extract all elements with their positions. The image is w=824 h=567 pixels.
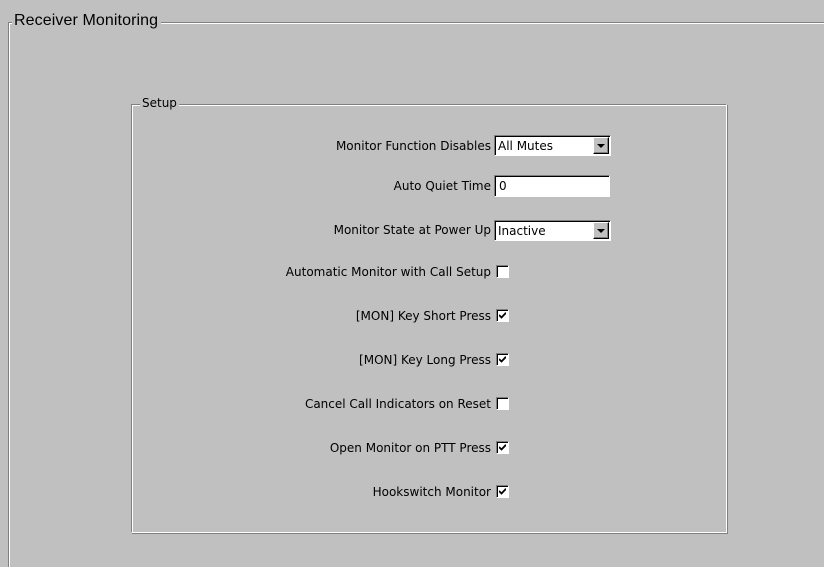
auto-quiet-time-label: Auto Quiet Time	[393, 179, 491, 193]
chevron-down-icon[interactable]	[593, 137, 609, 154]
auto-quiet-time-value: 0	[499, 179, 507, 193]
mon-key-short-press-label: [MON] Key Short Press	[355, 309, 491, 323]
monitor-function-disables-select[interactable]: All Mutes	[494, 135, 611, 156]
checkmark-icon	[499, 444, 506, 451]
mon-key-short-press-checkbox[interactable]	[496, 309, 509, 322]
monitor-state-at-power-up-select[interactable]: Inactive	[494, 220, 611, 241]
cancel-call-indicators-on-reset-label: Cancel Call Indicators on Reset	[304, 397, 491, 411]
monitor-function-disables-value: All Mutes	[498, 139, 553, 153]
setup-group-title: Setup	[140, 96, 179, 110]
chevron-down-icon[interactable]	[593, 222, 609, 239]
receiver-monitoring-title: Receiver Monitoring	[12, 11, 162, 31]
checkmark-icon	[499, 488, 506, 495]
mon-key-long-press-label: [MON] Key Long Press	[359, 353, 491, 367]
monitor-function-disables-label: Monitor Function Disables	[335, 139, 491, 153]
automatic-monitor-with-call-setup-label: Automatic Monitor with Call Setup	[285, 265, 491, 279]
receiver-monitoring-panel: Receiver Monitoring Setup Monitor Functi…	[0, 0, 824, 567]
mon-key-long-press-checkbox[interactable]	[496, 353, 509, 366]
open-monitor-on-ptt-press-label: Open Monitor on PTT Press	[329, 441, 491, 455]
checkmark-icon	[499, 356, 506, 363]
hookswitch-monitor-checkbox[interactable]	[496, 485, 509, 498]
checkmark-icon	[499, 312, 506, 319]
monitor-state-at-power-up-label: Monitor State at Power Up	[333, 223, 491, 237]
auto-quiet-time-input[interactable]: 0	[494, 175, 610, 197]
cancel-call-indicators-on-reset-checkbox[interactable]	[496, 397, 509, 410]
monitor-state-at-power-up-value: Inactive	[498, 224, 546, 238]
hookswitch-monitor-label: Hookswitch Monitor	[372, 485, 491, 499]
open-monitor-on-ptt-press-checkbox[interactable]	[496, 441, 509, 454]
automatic-monitor-with-call-setup-checkbox[interactable]	[496, 265, 509, 278]
